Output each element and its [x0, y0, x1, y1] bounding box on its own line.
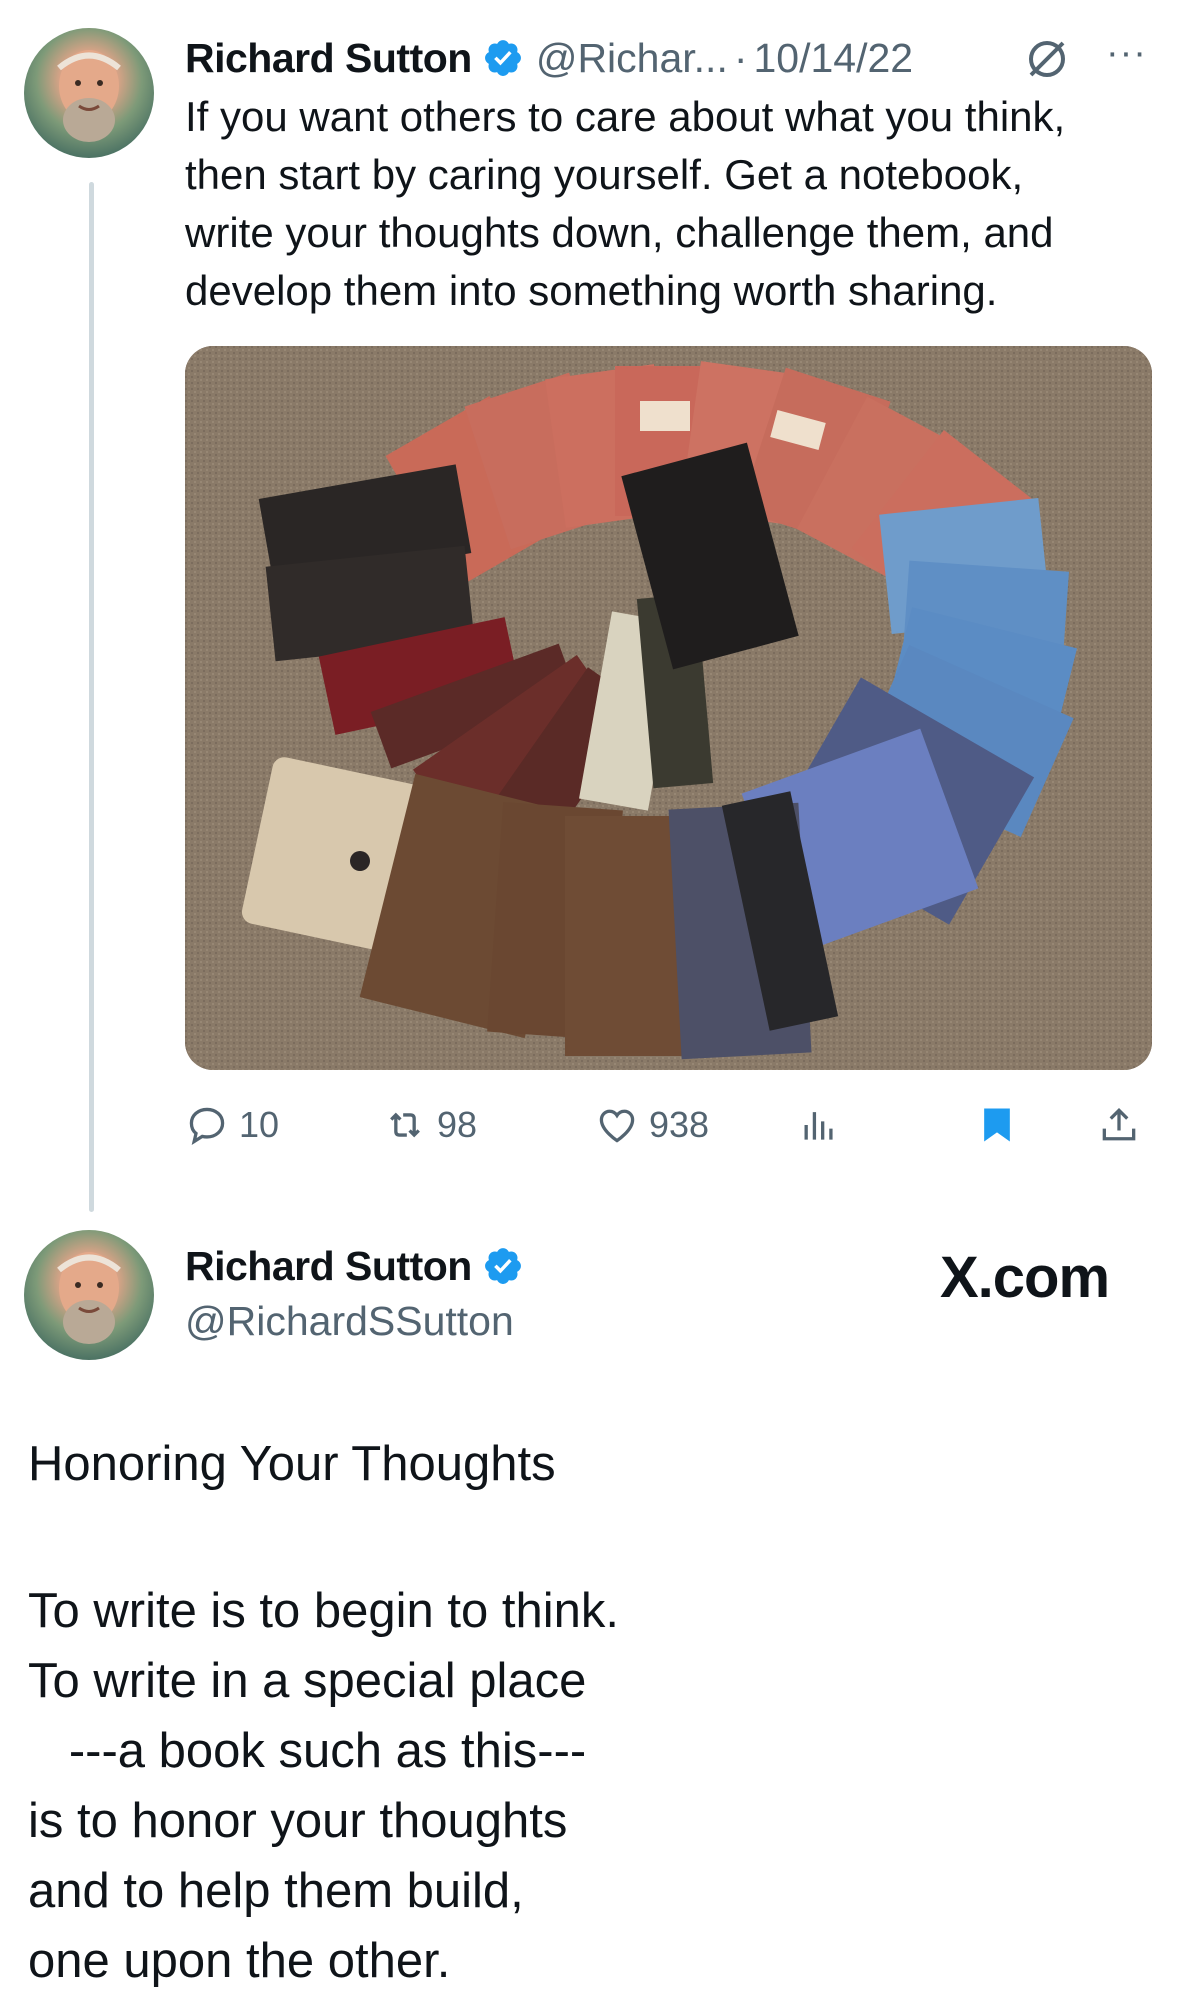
heart-icon	[599, 1109, 635, 1143]
like-count: 938	[649, 1104, 710, 1145]
tweet-actions: 10 98 938	[185, 1090, 1155, 1160]
author-handle[interactable]: @Richar...	[536, 35, 728, 82]
note-title: Honoring Your Thoughts	[28, 1437, 556, 1491]
card-author: Richard Sutton @RichardSSutton	[185, 1238, 524, 1345]
repost-button[interactable]: 98	[383, 1090, 477, 1160]
avatar[interactable]	[24, 1230, 154, 1360]
bookmark-icon	[984, 1108, 1010, 1142]
views-button[interactable]	[797, 1090, 841, 1160]
grok-icon[interactable]	[1023, 35, 1071, 83]
card-author-name[interactable]: Richard Sutton	[185, 1243, 472, 1290]
notebooks-photo-icon	[185, 346, 1152, 1070]
tweet-media[interactable]	[185, 346, 1152, 1070]
author-name[interactable]: Richard Sutton	[185, 35, 472, 82]
verified-badge-icon	[484, 40, 521, 76]
x-logo: X.com	[940, 1245, 1110, 1310]
bookmark-button[interactable]	[975, 1090, 1019, 1160]
reply-icon	[189, 1107, 225, 1146]
tweet-date[interactable]: 10/14/22	[754, 35, 914, 82]
note-poem: To write is to begin to think. To write …	[28, 1584, 620, 1988]
separator: ·	[733, 34, 748, 81]
analytics-icon	[804, 1112, 833, 1140]
card-author-handle[interactable]: @RichardSSutton	[185, 1298, 524, 1345]
share-button[interactable]	[1097, 1090, 1141, 1160]
verified-badge-icon	[484, 1248, 521, 1284]
repost-icon	[390, 1112, 420, 1138]
more-options-icon[interactable]: ···	[1106, 32, 1147, 75]
tweet-text: If you want others to care about what yo…	[185, 93, 1066, 314]
like-button[interactable]: 938	[595, 1090, 709, 1160]
repost-count: 98	[437, 1104, 478, 1145]
share-icon	[1102, 1107, 1136, 1141]
reply-count: 10	[239, 1104, 280, 1145]
avatar[interactable]	[24, 28, 154, 158]
reply-button[interactable]: 10	[185, 1090, 279, 1160]
thread-line	[89, 182, 94, 1212]
tweet-header: Richard Sutton @Richar... · 10/14/22 ···	[185, 30, 1155, 86]
